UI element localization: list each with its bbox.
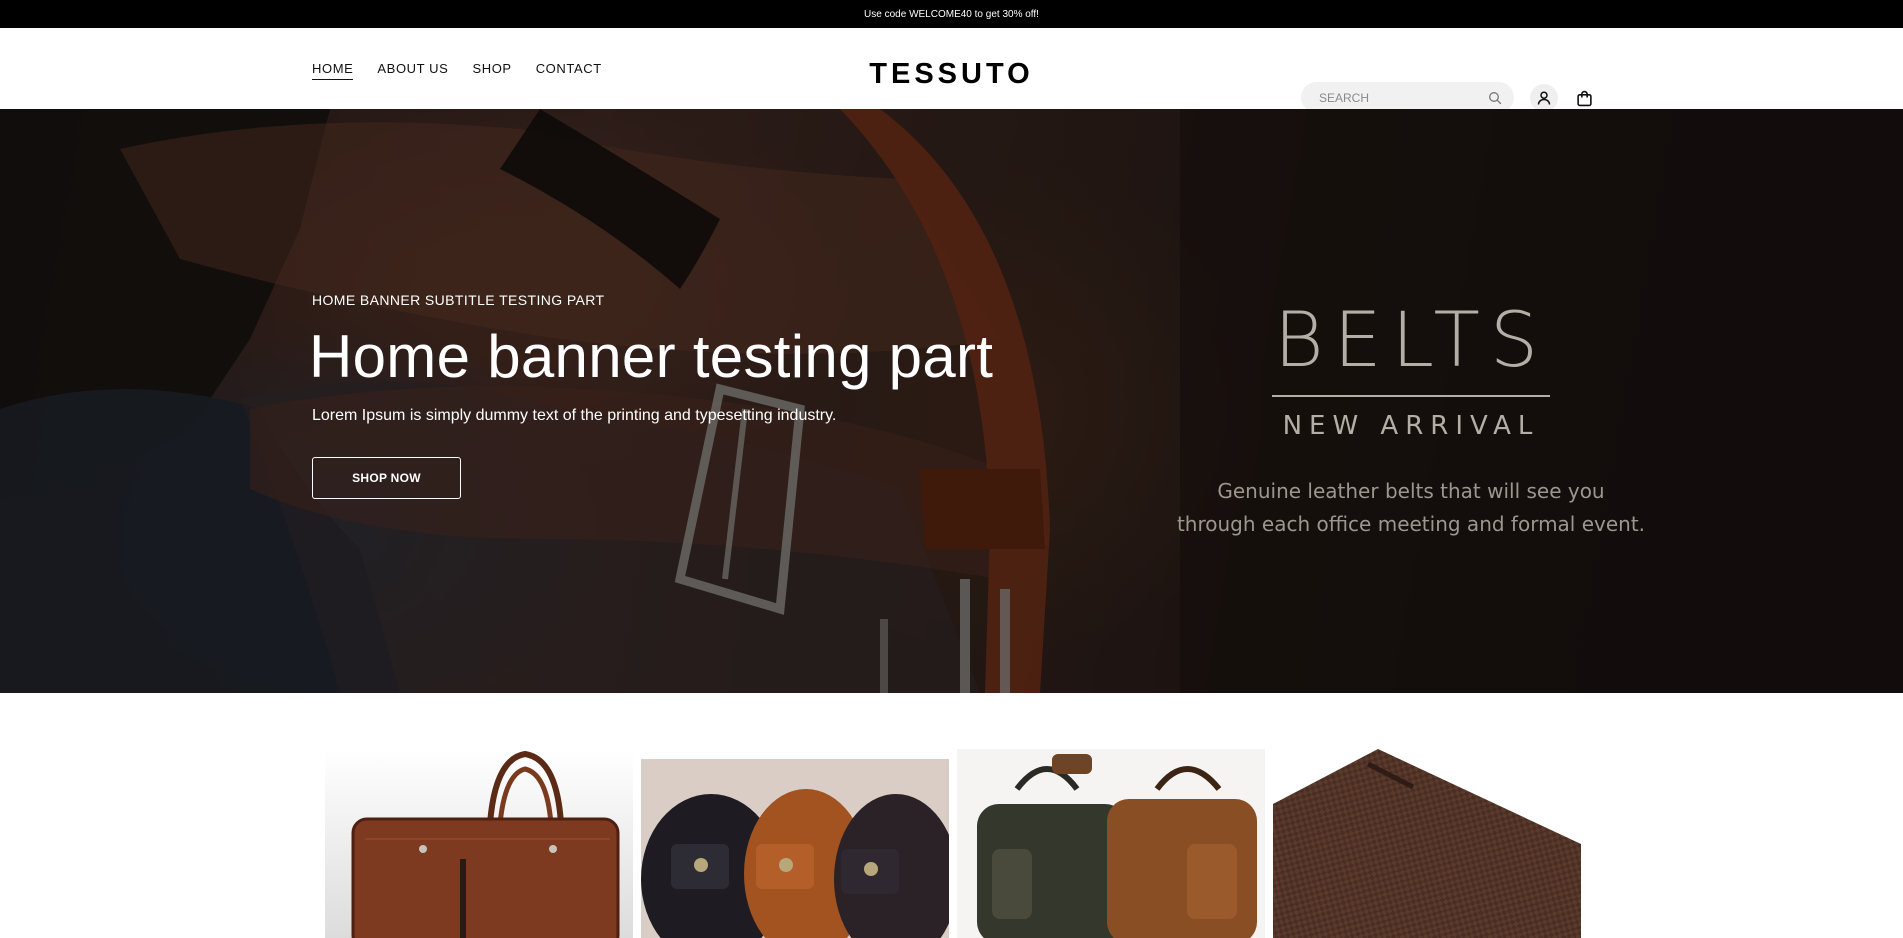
briefcase-image xyxy=(325,749,633,938)
hero-description: Lorem Ipsum is simply dummy text of the … xyxy=(312,407,837,424)
category-grid xyxy=(325,749,1581,938)
shopping-bag-icon[interactable] xyxy=(1570,84,1598,112)
brand-logo[interactable]: TESSUTO xyxy=(0,58,1903,91)
promo-subtitle: NEW ARRIVAL xyxy=(1282,411,1540,441)
hero-subtitle: HOME BANNER SUBTITLE TESTING PART xyxy=(312,292,605,308)
user-icon[interactable] xyxy=(1530,84,1558,112)
site-header: HOME ABOUT US SHOP CONTACT TESSUTO xyxy=(0,28,1903,113)
promo-divider xyxy=(1272,395,1550,397)
backpacks-image xyxy=(957,749,1265,938)
hero-overlay xyxy=(0,109,1903,693)
announcement-text: Use code WELCOME40 to get 30% off! xyxy=(864,8,1039,20)
promo-title: BELTS xyxy=(1273,295,1549,384)
hero-title: Home banner testing part xyxy=(309,323,994,390)
search-icon[interactable] xyxy=(1488,91,1502,105)
promo-description: Genuine leather belts that will see you … xyxy=(1130,475,1692,541)
category-card-backpacks[interactable] xyxy=(957,749,1265,938)
category-card-folder[interactable] xyxy=(1273,749,1581,938)
shop-now-button[interactable]: SHOP NOW xyxy=(312,457,461,499)
search-input[interactable] xyxy=(1317,89,1488,106)
promo-description-line-2: through each office meeting and formal e… xyxy=(1176,512,1646,536)
woven-folder-image xyxy=(1273,749,1581,938)
category-card-briefcase[interactable] xyxy=(325,749,633,938)
hero-banner: HOME BANNER SUBTITLE TESTING PART Home b… xyxy=(0,109,1903,693)
announcement-bar: Use code WELCOME40 to get 30% off! xyxy=(0,0,1903,28)
category-card-belts[interactable] xyxy=(641,749,949,938)
promo-description-line-1: Genuine leather belts that will see you xyxy=(1217,479,1605,503)
belts-image xyxy=(641,749,949,938)
